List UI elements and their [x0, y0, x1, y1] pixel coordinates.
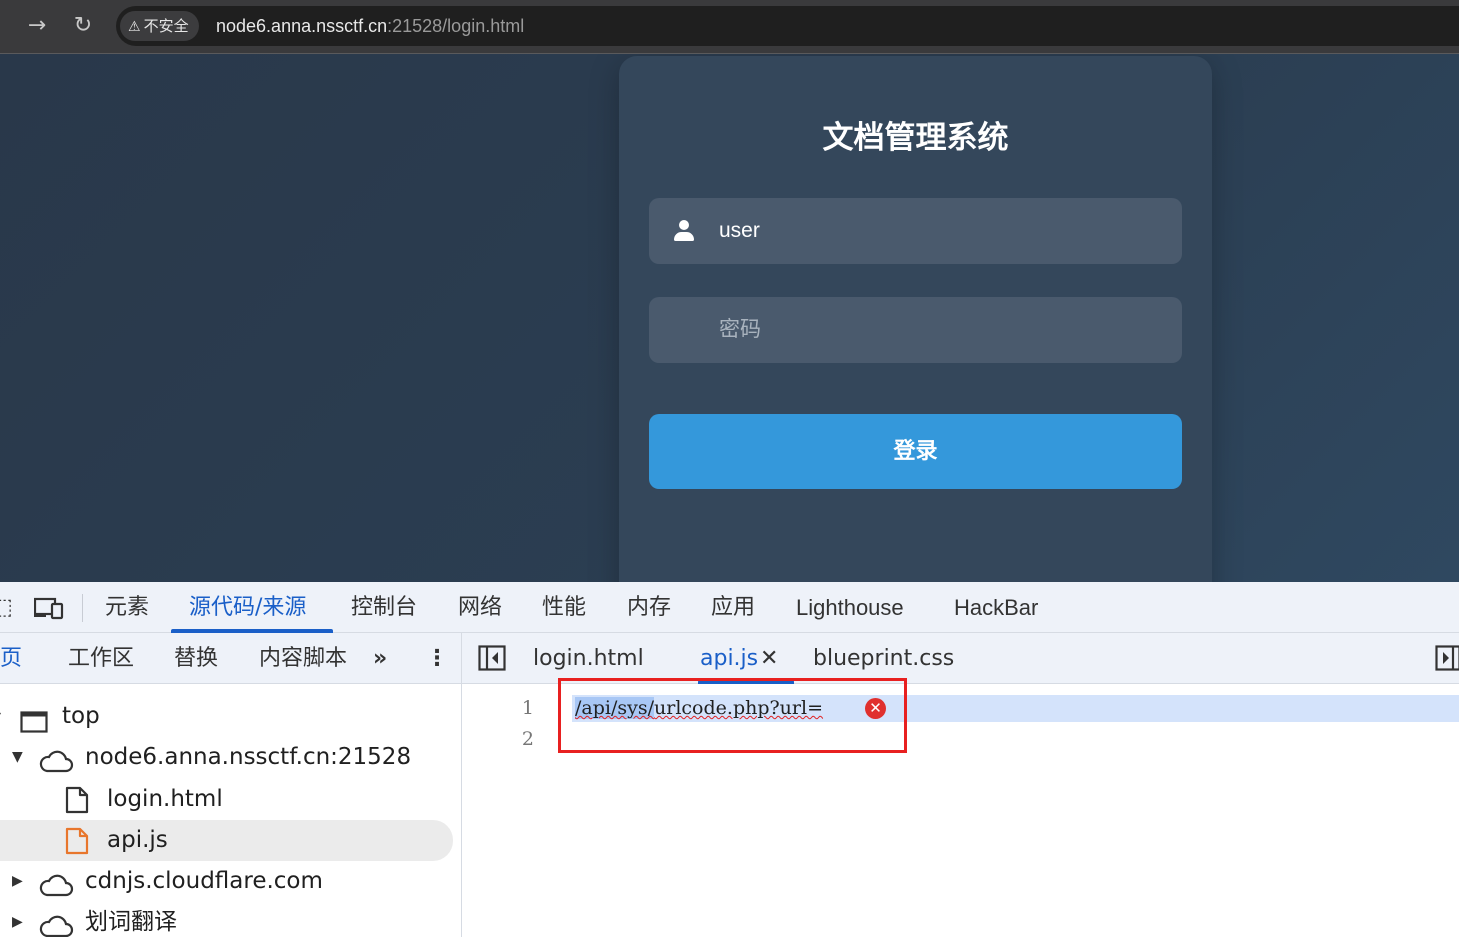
tab-application[interactable]: 应用 — [711, 582, 755, 633]
password-placeholder: 密码 — [719, 318, 761, 341]
line-number: 2 — [521, 728, 534, 750]
subtab-page[interactable]: 网页 — [0, 633, 22, 684]
security-label: 不安全 — [143, 17, 189, 35]
login-card: 文档管理系统 user 密码 登录 — [619, 56, 1212, 582]
chevron-right-icon: ▶ — [12, 873, 23, 889]
login-button[interactable]: 登录 — [649, 414, 1182, 489]
subtab-content-scripts[interactable]: 内容脚本 — [259, 633, 347, 684]
security-chip[interactable]: ⚠ 不安全 — [120, 11, 199, 41]
tree-item-api-js[interactable]: api.js — [0, 820, 453, 861]
tab-divider — [82, 594, 83, 622]
inspect-icon[interactable]: ⬚ — [0, 582, 13, 633]
tree-label-host: node6.anna.nssctf.cn:21528 — [85, 744, 412, 770]
address-bar[interactable]: ⚠ 不安全 node6.anna.nssctf.cn:21528/login.ht… — [116, 6, 1459, 46]
warning-icon: ⚠ — [128, 19, 141, 35]
url-text[interactable]: node6.anna.nssctf.cn:21528/login.html — [216, 6, 524, 46]
sources-navigator: 网页 工作区 替换 内容脚本 » ⋮ ▾ top ▼ node6.anna.ns… — [0, 633, 462, 937]
reload-icon: ↻ — [73, 13, 93, 38]
close-icon[interactable]: ✕ — [760, 633, 778, 684]
cloud-icon — [38, 912, 74, 937]
tree-label-extension: 划词翻译 — [85, 909, 177, 935]
reload-button[interactable]: ↻ — [66, 9, 100, 43]
tree-item-host[interactable]: ▼ node6.anna.nssctf.cn:21528 — [0, 737, 461, 778]
file-tree: ▾ top ▼ node6.anna.nssctf.cn:21528 login… — [0, 684, 461, 937]
file-tab-api-js[interactable]: api.js — [700, 633, 758, 684]
line-number: 1 — [521, 697, 534, 719]
more-tabs-icon[interactable]: » — [373, 633, 387, 684]
device-toggle-icon[interactable] — [33, 582, 64, 633]
url-path: :21528/login.html — [387, 16, 525, 36]
arrow-right-icon: → — [27, 13, 47, 38]
navigator-tab-bar: 网页 工作区 替换 内容脚本 » ⋮ — [0, 633, 461, 684]
forward-button[interactable]: → — [20, 9, 54, 43]
annotation-box — [558, 678, 907, 753]
tab-sources[interactable]: 源代码/来源 — [189, 582, 306, 633]
file-tab-login-html[interactable]: login.html — [533, 633, 644, 684]
tree-label-login-html: login.html — [107, 786, 223, 812]
chevron-down-icon: ▼ — [12, 749, 23, 765]
password-field[interactable]: 密码 — [649, 297, 1182, 363]
tree-item-login-html[interactable]: login.html — [0, 779, 461, 820]
kebab-menu-icon[interactable]: ⋮ — [426, 633, 448, 684]
user-icon — [673, 220, 695, 242]
toggle-debugger-icon[interactable] — [1435, 633, 1459, 684]
username-field[interactable]: user — [649, 198, 1182, 264]
devtools-tab-bar: ⬚ 元素 源代码/来源 控制台 网络 性能 内存 应用 Lighthouse H… — [0, 582, 1459, 633]
username-value: user — [719, 219, 760, 242]
chevron-right-icon: ▶ — [12, 914, 23, 930]
page-viewport: 文档管理系统 user 密码 登录 — [0, 54, 1459, 582]
tab-network[interactable]: 网络 — [458, 582, 502, 633]
editor-pane: login.html api.js ✕ blueprint.css 1 2 /a… — [462, 633, 1459, 937]
chevron-down-icon: ▾ — [0, 696, 1, 737]
tab-hackbar[interactable]: HackBar — [954, 582, 1038, 633]
tab-performance[interactable]: 性能 — [542, 582, 586, 633]
tab-console[interactable]: 控制台 — [351, 582, 417, 633]
subtab-workspace[interactable]: 工作区 — [68, 633, 134, 684]
tree-item-cdnjs[interactable]: ▶ cdnjs.cloudflare.com — [0, 861, 461, 902]
tree-label-api-js: api.js — [107, 827, 168, 853]
code-editor[interactable]: 1 2 /api/sys/urlcode.php?url= ✕ — [462, 678, 1459, 937]
file-tab-blueprint-css[interactable]: blueprint.css — [813, 633, 954, 684]
tab-memory[interactable]: 内存 — [627, 582, 671, 633]
tree-item-top[interactable]: ▾ top — [0, 696, 461, 737]
tree-item-extension[interactable]: ▶ 划词翻译 — [0, 902, 461, 937]
editor-tab-bar: login.html api.js ✕ blueprint.css — [462, 633, 1459, 684]
page-title: 文档管理系统 — [822, 120, 1009, 156]
subtab-overrides[interactable]: 替换 — [174, 633, 218, 684]
tree-label-top: top — [62, 703, 100, 729]
toggle-navigator-icon[interactable] — [478, 633, 506, 684]
tab-elements[interactable]: 元素 — [105, 582, 149, 633]
url-host: node6.anna.nssctf.cn — [216, 16, 388, 36]
tab-lighthouse[interactable]: Lighthouse — [796, 582, 904, 633]
browser-toolbar: → ↻ ⚠ 不安全 node6.anna.nssctf.cn:21528/logi… — [0, 0, 1459, 54]
devtools-panel: ⬚ 元素 源代码/来源 控制台 网络 性能 内存 应用 Lighthouse H… — [0, 582, 1459, 937]
tree-label-cdnjs: cdnjs.cloudflare.com — [85, 868, 323, 894]
